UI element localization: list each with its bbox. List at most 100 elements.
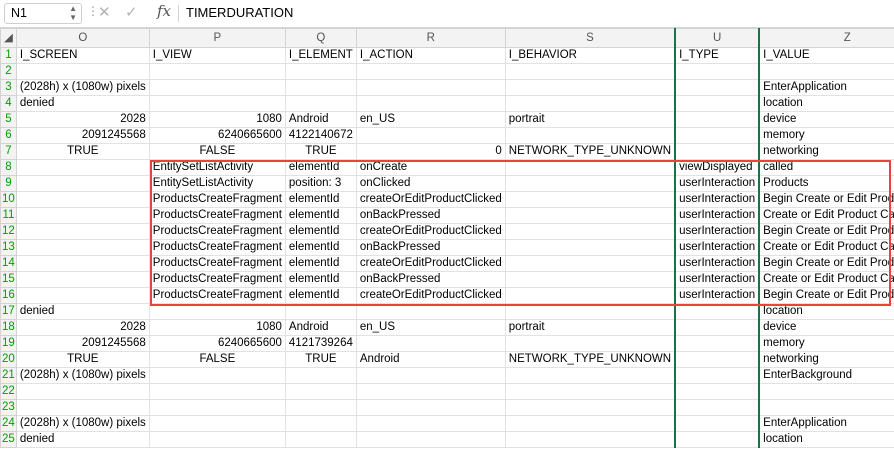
cell[interactable] bbox=[355, 335, 506, 352]
cell[interactable]: elementId bbox=[284, 207, 357, 224]
column-header[interactable]: P bbox=[148, 28, 286, 48]
cell[interactable] bbox=[674, 415, 761, 432]
cell[interactable]: (2028h) x (1080w) pixels bbox=[15, 415, 150, 432]
cell[interactable] bbox=[284, 367, 357, 384]
cell[interactable] bbox=[674, 335, 761, 352]
cell[interactable] bbox=[15, 255, 150, 272]
cell[interactable]: networking bbox=[758, 351, 894, 368]
cell[interactable]: Create or Edit Product Cancelled bbox=[758, 239, 894, 256]
row-header[interactable]: 9 bbox=[0, 175, 17, 192]
cell[interactable]: memory bbox=[758, 127, 894, 144]
cell[interactable]: ProductsCreateFragment bbox=[148, 191, 286, 208]
cell[interactable]: FALSE bbox=[148, 351, 286, 368]
cell[interactable] bbox=[674, 63, 761, 80]
row-header[interactable]: 12 bbox=[0, 223, 17, 240]
cell[interactable] bbox=[355, 79, 506, 96]
cell[interactable] bbox=[504, 335, 677, 352]
cell[interactable] bbox=[355, 303, 506, 320]
cell[interactable]: FALSE bbox=[148, 143, 286, 160]
cell[interactable]: I_VIEW bbox=[148, 47, 286, 64]
cell[interactable] bbox=[504, 191, 677, 208]
row-header[interactable]: 18 bbox=[0, 319, 17, 336]
cell[interactable]: I_VALUE bbox=[758, 47, 894, 64]
cell[interactable] bbox=[504, 239, 677, 256]
row-header[interactable]: 6 bbox=[0, 127, 17, 144]
row-header[interactable]: 19 bbox=[0, 335, 17, 352]
cell[interactable]: userInteraction bbox=[674, 287, 761, 304]
cell[interactable]: I_TYPE bbox=[674, 47, 761, 64]
row-header[interactable]: 14 bbox=[0, 255, 17, 272]
cell[interactable]: I_SCREEN bbox=[15, 47, 150, 64]
cell[interactable] bbox=[148, 399, 286, 416]
cell[interactable]: ProductsCreateFragment bbox=[148, 255, 286, 272]
row-header[interactable]: 10 bbox=[0, 191, 17, 208]
cell[interactable] bbox=[148, 383, 286, 400]
cell[interactable] bbox=[674, 143, 761, 160]
cell[interactable] bbox=[355, 431, 506, 448]
cell[interactable]: 6240665600 bbox=[148, 127, 286, 144]
cell[interactable] bbox=[504, 79, 677, 96]
cell[interactable] bbox=[674, 95, 761, 112]
cell[interactable]: elementId bbox=[284, 271, 357, 288]
cell[interactable] bbox=[284, 383, 357, 400]
cell[interactable]: Products bbox=[758, 175, 894, 192]
cell[interactable]: elementId bbox=[284, 239, 357, 256]
row-header[interactable]: 5 bbox=[0, 111, 17, 128]
column-header[interactable]: Z bbox=[758, 28, 894, 48]
cell[interactable]: ProductsCreateFragment bbox=[148, 287, 286, 304]
cell[interactable]: userInteraction bbox=[674, 207, 761, 224]
cell[interactable] bbox=[355, 399, 506, 416]
cell[interactable] bbox=[674, 303, 761, 320]
cell[interactable]: location bbox=[758, 95, 894, 112]
cell[interactable]: Begin Create or Edit Product bbox=[758, 287, 894, 304]
cell[interactable] bbox=[674, 399, 761, 416]
cell[interactable] bbox=[355, 63, 506, 80]
row-header[interactable]: 24 bbox=[0, 415, 17, 432]
cell[interactable]: 4122140672 bbox=[284, 127, 357, 144]
cell[interactable] bbox=[504, 367, 677, 384]
cell[interactable]: Begin Create or Edit Product bbox=[758, 255, 894, 272]
cell[interactable] bbox=[504, 95, 677, 112]
cell[interactable]: 2028 bbox=[15, 319, 150, 336]
row-header[interactable]: 21 bbox=[0, 367, 17, 384]
cell[interactable]: onBackPressed bbox=[355, 207, 506, 224]
cell[interactable]: elementId bbox=[284, 287, 357, 304]
cell[interactable]: ProductsCreateFragment bbox=[148, 239, 286, 256]
cell[interactable] bbox=[148, 63, 286, 80]
select-all-corner[interactable]: ◢ bbox=[0, 28, 17, 48]
cell[interactable]: createOrEditProductClicked bbox=[355, 255, 506, 272]
cell[interactable]: device bbox=[758, 319, 894, 336]
cell[interactable] bbox=[674, 367, 761, 384]
cell[interactable]: TRUE bbox=[15, 351, 150, 368]
cell[interactable]: createOrEditProductClicked bbox=[355, 223, 506, 240]
cell[interactable] bbox=[148, 303, 286, 320]
cell[interactable] bbox=[15, 207, 150, 224]
cell[interactable] bbox=[674, 351, 761, 368]
cell[interactable]: createOrEditProductClicked bbox=[355, 191, 506, 208]
cell[interactable]: 2091245568 bbox=[15, 335, 150, 352]
cell[interactable]: elementId bbox=[284, 255, 357, 272]
cell[interactable]: memory bbox=[758, 335, 894, 352]
cell[interactable] bbox=[284, 303, 357, 320]
cell[interactable] bbox=[355, 95, 506, 112]
column-header[interactable]: Q bbox=[284, 28, 357, 48]
insert-function-icon[interactable]: fx bbox=[157, 2, 171, 20]
row-header[interactable]: 1 bbox=[0, 47, 17, 64]
cell[interactable] bbox=[674, 319, 761, 336]
cell[interactable]: onBackPressed bbox=[355, 239, 506, 256]
cell[interactable] bbox=[758, 63, 894, 80]
cell[interactable] bbox=[148, 415, 286, 432]
row-header[interactable]: 22 bbox=[0, 383, 17, 400]
cell[interactable]: 1080 bbox=[148, 111, 286, 128]
cell[interactable]: 2091245568 bbox=[15, 127, 150, 144]
cell[interactable]: elementId bbox=[284, 159, 357, 176]
cell[interactable] bbox=[758, 399, 894, 416]
cell[interactable]: EntitySetListActivity bbox=[148, 159, 286, 176]
cancel-icon[interactable]: ✕ bbox=[98, 3, 111, 21]
row-header[interactable]: 15 bbox=[0, 271, 17, 288]
cell[interactable]: ProductsCreateFragment bbox=[148, 271, 286, 288]
cell[interactable] bbox=[15, 223, 150, 240]
cell[interactable] bbox=[504, 207, 677, 224]
cell[interactable]: ProductsCreateFragment bbox=[148, 223, 286, 240]
cell[interactable]: denied bbox=[15, 303, 150, 320]
